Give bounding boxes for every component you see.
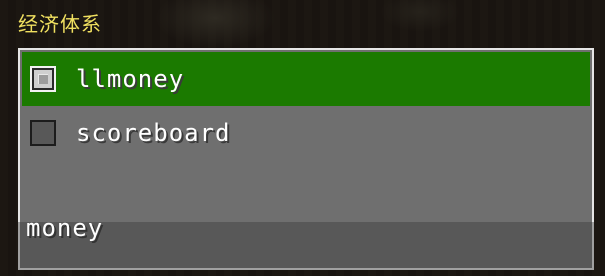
text-input-field[interactable]: money [18, 214, 594, 270]
checkbox-unchecked-icon[interactable] [30, 120, 56, 146]
checkbox-checked-icon[interactable] [30, 66, 56, 92]
option-label: llmoney [76, 65, 185, 93]
option-llmoney[interactable]: llmoney [22, 52, 590, 106]
form-section-title: 经济体系 [18, 12, 102, 36]
input-value: money [26, 214, 104, 242]
economy-options-list: llmoney scoreboard [22, 52, 590, 220]
option-label: scoreboard [76, 119, 231, 147]
option-scoreboard[interactable]: scoreboard [22, 106, 590, 160]
economy-dropdown-panel: llmoney scoreboard [18, 48, 594, 224]
